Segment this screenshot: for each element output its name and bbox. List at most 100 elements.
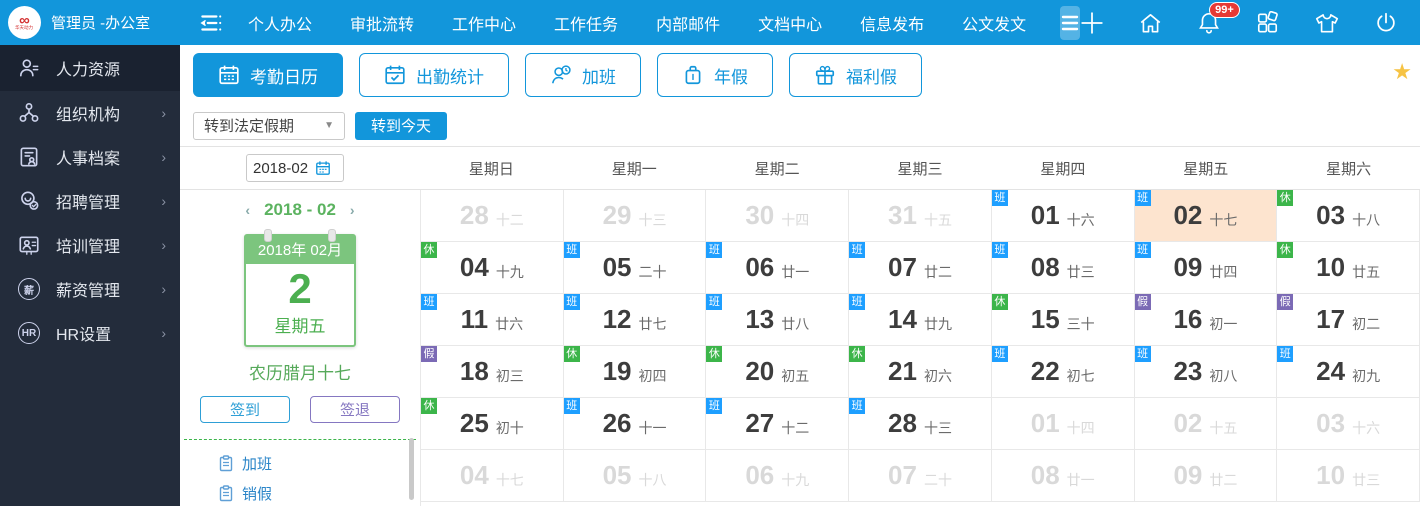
day-cell-09[interactable]: 班 09 廿四 [1134, 242, 1278, 294]
day-cell-13[interactable]: 班 13 廿八 [706, 294, 850, 346]
quick-link-2[interactable]: 销假 [218, 478, 420, 506]
day-cell-14[interactable]: 班 14 廿九 [849, 294, 992, 346]
day-cell-05[interactable]: 05 十八 [563, 450, 707, 502]
day-cell-25[interactable]: 休 25 初十 [421, 398, 564, 450]
sidebar: 人力资源 组织机构 › 人事档案 › 招聘管理 › 培训管理 › 薪薪资管理 › HR HR设置 › [0, 45, 180, 506]
lunar-day: 十七 [495, 471, 524, 488]
day-type-badge: 假 [1277, 294, 1294, 310]
nav-item-4[interactable]: 工作任务 [554, 11, 618, 35]
day-type-badge: 班 [849, 294, 866, 310]
day-cell-09[interactable]: 09 廿二 [1134, 450, 1278, 502]
nav-item-7[interactable]: 信息发布 [860, 11, 924, 35]
day-cell-23[interactable]: 班 23 初八 [1134, 346, 1278, 398]
sidebar-item-3[interactable]: 人事档案 › [0, 135, 180, 179]
day-type-badge: 班 [991, 190, 1008, 206]
app-logo[interactable]: ∞ 华天动力 [8, 6, 41, 39]
tab-2[interactable]: 出勤统计 [359, 53, 509, 97]
day-cell-06[interactable]: 06 十九 [706, 450, 850, 502]
nav-item-3[interactable]: 工作中心 [452, 11, 516, 35]
day-cell-02[interactable]: 班 02 十七 [1134, 190, 1278, 242]
day-cell-28[interactable]: 班 28 十三 [849, 398, 992, 450]
sidebar-item-6[interactable]: 薪薪资管理 › [0, 267, 180, 311]
day-cell-15[interactable]: 休 15 三十 [991, 294, 1135, 346]
day-cell-04[interactable]: 休 04 十九 [421, 242, 564, 294]
day-cell-08[interactable]: 班 08 廿三 [991, 242, 1135, 294]
nav-item-5[interactable]: 内部邮件 [656, 11, 720, 35]
tab-3[interactable]: 加班 [525, 53, 641, 97]
logout-power-icon[interactable] [1374, 11, 1398, 35]
month-picker[interactable] [246, 154, 344, 182]
nav-item-2[interactable]: 审批流转 [350, 11, 414, 35]
sidebar-item-label: 招聘管理 [56, 195, 121, 212]
day-cell-26[interactable]: 班 26 十一 [563, 398, 707, 450]
quick-link-label: 销假 [242, 485, 273, 503]
notifications-bell-icon[interactable]: 99+ [1197, 2, 1240, 35]
day-cell-07[interactable]: 班 07 廿二 [849, 242, 992, 294]
nav-item-8[interactable]: 公文发文 [962, 11, 1026, 35]
sidebar-collapse-icon[interactable] [198, 11, 224, 35]
weekday-5: 星期四 [1040, 160, 1086, 178]
day-cell-24[interactable]: 班 24 初九 [1277, 346, 1420, 398]
go-today-button[interactable]: 转到今天 [355, 111, 448, 140]
day-cell-03[interactable]: 03 十六 [1277, 398, 1420, 450]
jump-holiday-select[interactable]: 转到法定假期 ▼ [193, 111, 345, 140]
theme-shirt-icon[interactable] [1314, 11, 1340, 35]
add-icon[interactable] [1080, 11, 1104, 35]
sidebar-item-1[interactable]: 人力资源 [0, 45, 180, 91]
day-cell-31[interactable]: 31 十五 [849, 190, 992, 242]
sidebar-item-2[interactable]: 组织机构 › [0, 91, 180, 135]
day-cell-21[interactable]: 休 21 初六 [849, 346, 992, 398]
sidebar-item-4[interactable]: 招聘管理 › [0, 179, 180, 223]
day-cell-22[interactable]: 班 22 初七 [991, 346, 1135, 398]
sidebar-item-5[interactable]: 培训管理 › [0, 223, 180, 267]
day-cell-05[interactable]: 班 05 二十 [563, 242, 707, 294]
day-cell-02[interactable]: 02 十五 [1134, 398, 1278, 450]
current-user-label[interactable]: 管理员 -办公室 [51, 12, 150, 33]
day-cell-30[interactable]: 30 十四 [706, 190, 850, 242]
day-type-badge: 班 [563, 294, 580, 310]
apps-grid-icon[interactable] [1255, 10, 1280, 35]
day-type-badge: 班 [421, 294, 437, 310]
calendar-picker-icon[interactable] [315, 160, 331, 176]
day-cell-16[interactable]: 假 16 初一 [1134, 294, 1278, 346]
day-cell-01[interactable]: 01 十四 [991, 398, 1135, 450]
day-cell-10[interactable]: 10 廿三 [1277, 450, 1420, 502]
day-cell-19[interactable]: 休 19 初四 [563, 346, 707, 398]
day-cell-08[interactable]: 08 廿一 [991, 450, 1135, 502]
day-cell-03[interactable]: 休 03 十八 [1277, 190, 1420, 242]
tab-1[interactable]: 考勤日历 [193, 53, 343, 97]
tab-4[interactable]: 年假 [657, 53, 773, 97]
day-cell-11[interactable]: 班 11 廿六 [421, 294, 564, 346]
favorite-star-icon[interactable]: ★ [1392, 59, 1412, 85]
panel-scrollbar[interactable] [409, 438, 414, 500]
home-icon[interactable] [1138, 11, 1163, 35]
day-cell-17[interactable]: 假 17 初二 [1277, 294, 1420, 346]
day-cell-18[interactable]: 假 18 初三 [421, 346, 564, 398]
day-cell-10[interactable]: 休 10 廿五 [1277, 242, 1420, 294]
day-cell-04[interactable]: 04 十七 [421, 450, 564, 502]
next-month-icon[interactable]: › [350, 202, 355, 218]
day-cell-01[interactable]: 班 01 十六 [991, 190, 1135, 242]
check-in-button[interactable]: 签到 [200, 396, 290, 423]
day-cell-29[interactable]: 29 十三 [563, 190, 707, 242]
day-cell-20[interactable]: 休 20 初五 [706, 346, 850, 398]
day-type-badge: 班 [991, 346, 1008, 362]
more-menu-icon[interactable] [1060, 5, 1081, 40]
nav-item-1[interactable]: 个人办公 [248, 11, 312, 35]
sidebar-item-7[interactable]: HR HR设置 › [0, 311, 180, 355]
day-cell-27[interactable]: 班 27 十二 [706, 398, 850, 450]
month-input[interactable] [253, 159, 315, 177]
nav-item-6[interactable]: 文档中心 [758, 11, 822, 35]
prev-month-icon[interactable]: ‹ [245, 202, 250, 218]
day-number: 09 [1173, 460, 1203, 490]
tab-5[interactable]: 福利假 [789, 53, 922, 97]
day-cell-12[interactable]: 班 12 廿七 [563, 294, 707, 346]
lunar-day: 初三 [495, 367, 524, 384]
day-cell-28[interactable]: 28 十二 [421, 190, 564, 242]
day-number: 30 [745, 200, 775, 230]
day-cell-06[interactable]: 班 06 廿一 [706, 242, 850, 294]
day-cell-07[interactable]: 07 二十 [849, 450, 992, 502]
check-out-button[interactable]: 签退 [310, 396, 400, 423]
quick-link-1[interactable]: 加班 [218, 448, 420, 478]
day-number: 16 [1173, 304, 1203, 334]
